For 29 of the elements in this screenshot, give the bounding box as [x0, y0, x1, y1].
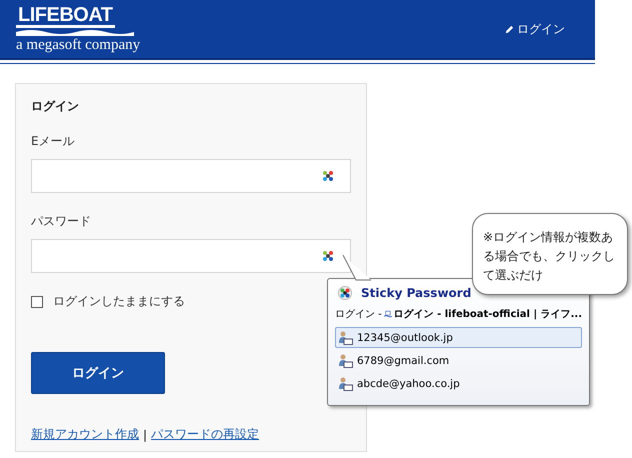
user-card-icon	[339, 330, 353, 344]
wave-icon	[16, 28, 134, 36]
user-card-icon	[339, 354, 353, 368]
separator: |	[143, 428, 148, 442]
password-manager-icon	[322, 250, 334, 262]
logo-tagline: a megasoft company	[16, 37, 140, 53]
login-button[interactable]: ログイン	[31, 352, 165, 394]
login-link[interactable]: ログイン	[517, 20, 565, 38]
site-label: ログイン -	[335, 308, 382, 321]
user-card-icon	[339, 376, 353, 390]
popup-title: Sticky Password	[361, 286, 472, 300]
field-label: Eメール	[31, 133, 76, 150]
signup-link[interactable]: 新規アカウント作成	[31, 426, 139, 443]
callout-text: ※ログイン情報が複数ある場合でも、クリックして選ぶだけ	[483, 230, 615, 282]
reset-password-link[interactable]: パスワードの再設定	[151, 426, 260, 443]
field-label: パスワード	[31, 213, 92, 230]
sticky-password-icon	[338, 286, 352, 300]
account-item[interactable]: abcde@yahoo.co.jp	[335, 373, 582, 394]
form-title: ログイン	[31, 98, 80, 115]
password-manager-icon	[322, 170, 334, 182]
account-item[interactable]: 12345@outlook.jp	[335, 327, 582, 348]
checkbox[interactable]	[31, 296, 43, 308]
email-field[interactable]	[31, 159, 351, 193]
site-title: ログイン - lifeboat-official | ライフ...	[394, 308, 582, 321]
account-item[interactable]: 6789@gmail.com	[335, 350, 582, 371]
pencil-icon	[505, 24, 514, 34]
logo-text[interactable]: LIFEBOAT	[16, 5, 115, 28]
site-icon	[384, 308, 392, 320]
checkbox-label[interactable]: ログインしたままにする	[53, 293, 185, 310]
